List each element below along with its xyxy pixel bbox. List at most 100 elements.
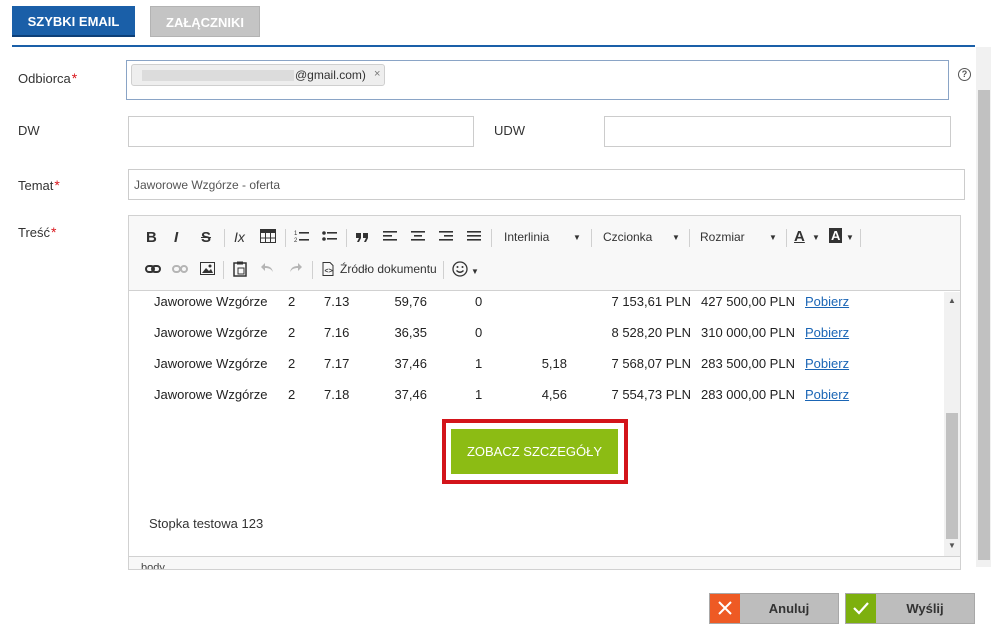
recipient-chip: @gmail.com) × bbox=[131, 64, 385, 86]
send-button[interactable]: Wyślij bbox=[845, 593, 975, 624]
body-label: Treść* bbox=[18, 224, 57, 240]
editor-content[interactable]: Jaworowe Wzgórze 2 7.13 59,76 0 7 153,61… bbox=[129, 292, 944, 556]
redacted-email-blur bbox=[142, 70, 294, 81]
cell-rooms: 2 bbox=[288, 387, 296, 402]
italic-button[interactable]: I bbox=[174, 229, 178, 246]
source-button[interactable]: Źródło dokumentu bbox=[340, 262, 437, 276]
close-icon bbox=[710, 594, 740, 623]
align-justify-icon[interactable] bbox=[467, 229, 481, 246]
tab-quick-email[interactable]: SZYBKI EMAIL bbox=[12, 6, 135, 37]
align-right-icon[interactable] bbox=[439, 229, 453, 246]
cell-number: 7.16 bbox=[324, 325, 350, 340]
align-center-icon[interactable] bbox=[411, 229, 425, 246]
toolbar-separator bbox=[860, 229, 861, 247]
table-icon[interactable] bbox=[260, 229, 276, 246]
table-row: Jaworowe Wzgórze 2 7.18 37,46 1 4,56 7 5… bbox=[129, 387, 944, 407]
cell-price: 427 500,00 PLN bbox=[701, 294, 795, 309]
toolbar-separator bbox=[689, 229, 690, 247]
toolbar-separator bbox=[223, 261, 224, 279]
source-icon[interactable]: <> bbox=[322, 262, 334, 279]
subject-value: Jaworowe Wzgórze - oferta bbox=[134, 178, 281, 192]
unlink-icon bbox=[172, 263, 188, 278]
cell-price-m2: 7 153,61 PLN bbox=[611, 294, 691, 309]
line-height-dropdown[interactable]: Interlinia bbox=[504, 230, 549, 244]
cell-number: 7.17 bbox=[324, 356, 350, 371]
cell-price-m2: 7 568,07 PLN bbox=[611, 356, 691, 371]
size-dropdown[interactable]: Rozmiar bbox=[700, 230, 745, 244]
blockquote-button[interactable] bbox=[355, 228, 370, 249]
cell-area: 37,46 bbox=[394, 356, 427, 371]
cell-price: 283 000,00 PLN bbox=[701, 387, 795, 402]
cell-floor: 0 bbox=[475, 294, 483, 309]
scroll-down-icon[interactable]: ▼ bbox=[948, 541, 956, 550]
align-left-icon[interactable] bbox=[383, 229, 397, 246]
bold-button[interactable]: B bbox=[146, 229, 157, 246]
chevron-down-icon: ▼ bbox=[573, 233, 581, 242]
numbered-list-icon[interactable]: 12 bbox=[294, 229, 309, 246]
see-details-button[interactable]: ZOBACZ SZCZEGÓŁY bbox=[451, 429, 618, 474]
toolbar-separator bbox=[224, 229, 225, 247]
remove-format-button[interactable]: Ix bbox=[234, 229, 245, 245]
subject-field[interactable]: Jaworowe Wzgórze - oferta bbox=[128, 169, 965, 200]
toolbar-separator bbox=[346, 229, 347, 247]
help-icon[interactable]: ? bbox=[958, 68, 971, 81]
table-row: Jaworowe Wzgórze 2 7.13 59,76 0 7 153,61… bbox=[129, 294, 944, 314]
cell-rooms: 2 bbox=[288, 356, 296, 371]
cell-name: Jaworowe Wzgórze bbox=[154, 294, 268, 309]
text-color-button[interactable]: A bbox=[794, 228, 805, 245]
toolbar-separator bbox=[285, 229, 286, 247]
svg-text:2: 2 bbox=[294, 238, 298, 243]
cell-area: 59,76 bbox=[394, 294, 427, 309]
rich-text-editor[interactable]: B I S Ix 12 Interlinia ▼ Czcionka ▼ Rozm… bbox=[128, 215, 961, 570]
check-icon bbox=[846, 594, 876, 623]
download-link[interactable]: Pobierz bbox=[805, 356, 849, 371]
image-icon[interactable] bbox=[200, 262, 215, 278]
recipient-label: Odbiorca* bbox=[18, 70, 78, 86]
chevron-down-icon: ▼ bbox=[812, 233, 820, 242]
download-link[interactable]: Pobierz bbox=[805, 325, 849, 340]
cancel-button[interactable]: Anuluj bbox=[709, 593, 839, 624]
toolbar-separator bbox=[491, 229, 492, 247]
download-link[interactable]: Pobierz bbox=[805, 387, 849, 402]
strikethrough-button[interactable]: S bbox=[201, 229, 211, 246]
cell-number: 7.18 bbox=[324, 387, 350, 402]
link-icon[interactable] bbox=[145, 263, 161, 278]
cell-price: 310 000,00 PLN bbox=[701, 325, 795, 340]
table-row: Jaworowe Wzgórze 2 7.17 37,46 1 5,18 7 5… bbox=[129, 356, 944, 376]
editor-scrollbar-thumb[interactable] bbox=[946, 413, 958, 539]
svg-text:<>: <> bbox=[325, 268, 333, 275]
page-scrollbar-thumb[interactable] bbox=[978, 90, 990, 560]
cell-price-m2: 7 554,73 PLN bbox=[611, 387, 691, 402]
bcc-field[interactable] bbox=[604, 116, 951, 147]
cell-name: Jaworowe Wzgórze bbox=[154, 325, 268, 340]
cell-price-m2: 8 528,20 PLN bbox=[611, 325, 691, 340]
recipient-field[interactable]: @gmail.com) × bbox=[126, 60, 949, 100]
cell-price: 283 500,00 PLN bbox=[701, 356, 795, 371]
redo-icon bbox=[288, 262, 303, 277]
cell-area: 36,35 bbox=[394, 325, 427, 340]
remove-recipient-icon[interactable]: × bbox=[374, 68, 380, 80]
cell-number: 7.13 bbox=[324, 294, 350, 309]
cell-floor: 0 bbox=[475, 325, 483, 340]
font-dropdown[interactable]: Czcionka bbox=[603, 230, 652, 244]
paste-icon[interactable] bbox=[233, 261, 247, 280]
cell-area: 37,46 bbox=[394, 387, 427, 402]
editor-toolbar: B I S Ix 12 Interlinia ▼ Czcionka ▼ Rozm… bbox=[129, 216, 960, 291]
subject-label: Temat* bbox=[18, 177, 60, 193]
recipient-chip-text: @gmail.com) bbox=[295, 68, 366, 82]
cc-label: DW bbox=[18, 123, 40, 138]
tab-attachments[interactable]: ZAŁĄCZNIKI bbox=[150, 6, 260, 37]
cell-extra: 5,18 bbox=[541, 356, 567, 371]
toolbar-separator bbox=[312, 261, 313, 279]
bullet-list-icon[interactable] bbox=[322, 229, 337, 246]
emoji-icon[interactable] bbox=[452, 261, 468, 280]
cc-field[interactable] bbox=[128, 116, 474, 147]
cell-extra: 4,56 bbox=[541, 387, 567, 402]
chevron-down-icon: ▼ bbox=[672, 233, 680, 242]
download-link[interactable]: Pobierz bbox=[805, 294, 849, 309]
scroll-up-icon[interactable]: ▲ bbox=[948, 296, 956, 305]
chevron-down-icon: ▼ bbox=[846, 233, 854, 242]
element-path[interactable]: body bbox=[141, 562, 165, 569]
background-color-button[interactable]: A bbox=[829, 228, 843, 243]
cell-name: Jaworowe Wzgórze bbox=[154, 387, 268, 402]
